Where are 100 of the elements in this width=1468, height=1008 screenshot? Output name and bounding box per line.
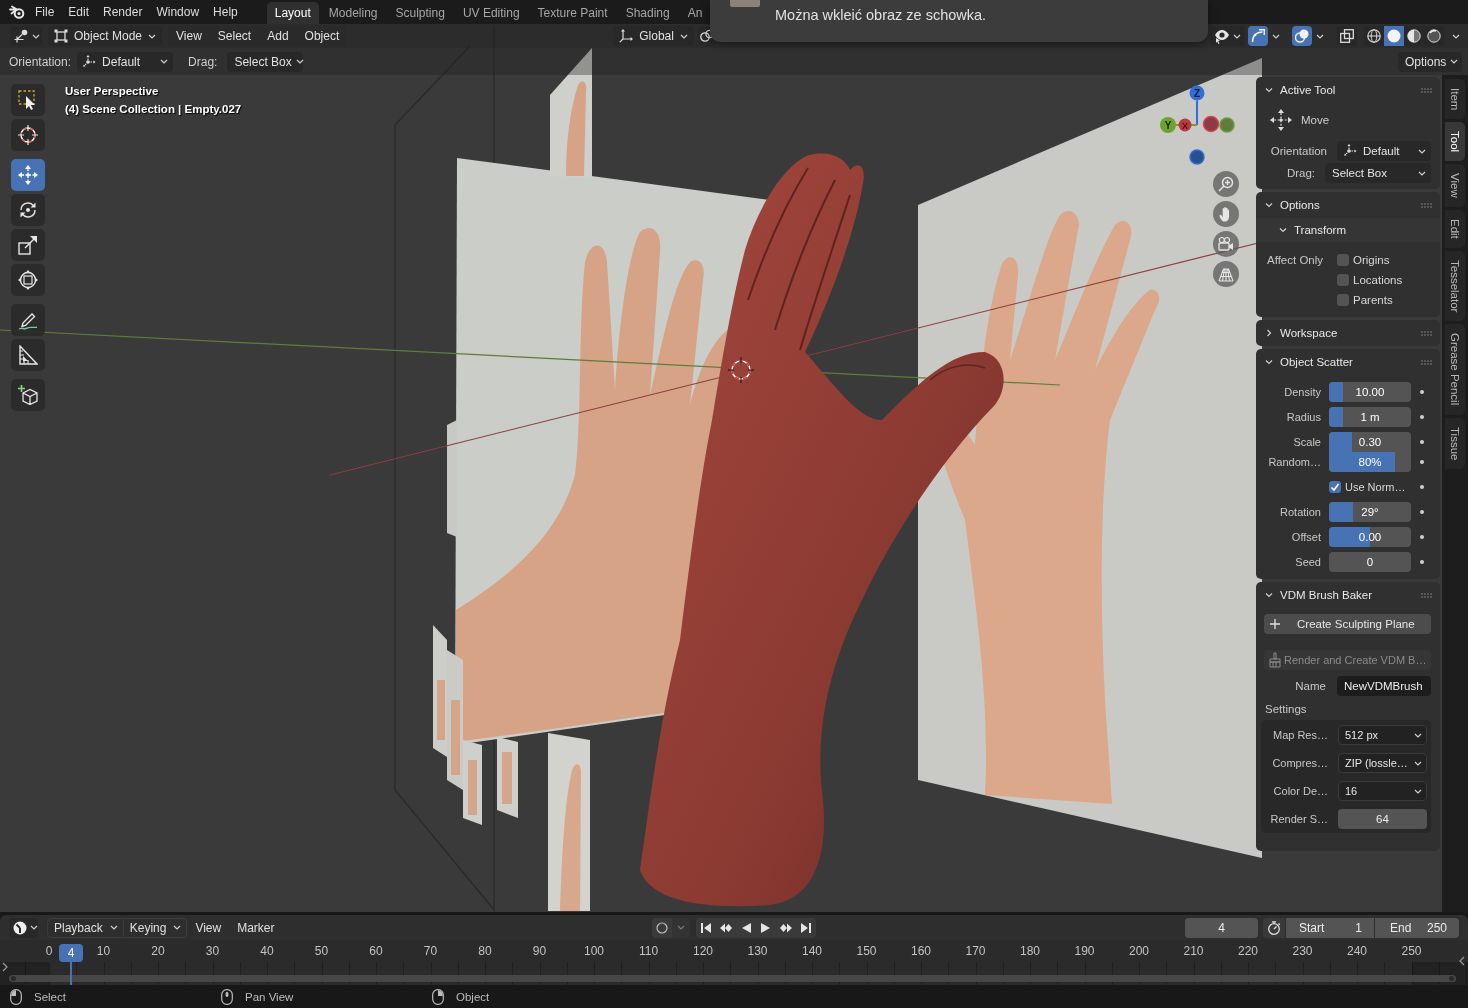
orientation-dropdown[interactable]: Default <box>77 51 174 72</box>
z-axis-handle[interactable]: Z <box>1189 85 1205 126</box>
checkbox-label[interactable]: Parents <box>1353 294 1393 306</box>
workspace-tab[interactable]: Modeling <box>320 2 386 24</box>
chevron-left-icon[interactable] <box>1459 956 1465 966</box>
chevron-down-icon[interactable] <box>1264 357 1274 367</box>
sidebar-tab[interactable]: Tesselator <box>1445 251 1465 322</box>
keyframe-dot-icon[interactable] <box>1420 510 1424 514</box>
sidebar-tab[interactable]: Item <box>1445 79 1465 120</box>
menu-item[interactable]: Window <box>149 1 207 23</box>
panel-title[interactable]: Workspace <box>1280 327 1415 339</box>
workspace-tab[interactable]: Layout <box>266 2 319 24</box>
sidebar-tab[interactable]: Grease Pencil <box>1445 324 1465 415</box>
playhead[interactable]: 4 <box>59 944 83 985</box>
checkbox[interactable] <box>1329 481 1341 493</box>
axis-handle[interactable] <box>1189 149 1205 165</box>
menu-item[interactable]: Marker <box>229 917 283 938</box>
menu-item[interactable]: Help <box>206 1 245 23</box>
sidebar-tab[interactable]: View <box>1445 164 1465 208</box>
sidebar-tab[interactable]: Tool <box>1445 122 1465 162</box>
workspace-tab[interactable]: Shading <box>617 2 678 24</box>
tool-button[interactable] <box>11 339 45 371</box>
panel-title[interactable]: Options <box>1280 199 1415 211</box>
grip-icon[interactable] <box>1421 359 1432 365</box>
workspace-tab[interactable]: Sculpting <box>387 2 453 24</box>
editor-type-button[interactable] <box>9 917 38 938</box>
dropdown[interactable]: 512 px <box>1338 725 1427 745</box>
checkbox[interactable] <box>1337 274 1349 286</box>
orientation-dropdown[interactable]: Global <box>613 26 694 46</box>
workspace-tab[interactable]: UV Editing <box>454 2 528 24</box>
keyframe-dot-icon[interactable] <box>1420 560 1424 564</box>
chevron-down-icon[interactable] <box>1264 85 1274 95</box>
auto-keying-toggle[interactable] <box>651 917 672 938</box>
tool-button[interactable] <box>11 379 45 411</box>
menu-item[interactable]: File <box>28 1 62 23</box>
number-field[interactable]: 0 <box>1329 552 1411 572</box>
slider-field[interactable]: 0.00 <box>1329 527 1411 547</box>
shading-button[interactable] <box>1404 26 1424 46</box>
playback-button[interactable] <box>695 917 716 938</box>
name-input[interactable]: NewVDMBrush <box>1337 676 1431 696</box>
chevron-down-icon[interactable] <box>1278 225 1288 235</box>
grip-icon[interactable] <box>1421 87 1432 93</box>
orientation-dropdown[interactable]: Default <box>1337 141 1431 161</box>
sidebar-tab[interactable]: Edit <box>1445 210 1465 249</box>
chevron-down-icon[interactable] <box>1264 590 1274 600</box>
subpanel-title[interactable]: Transform <box>1294 224 1346 236</box>
shading-button[interactable] <box>1424 26 1444 46</box>
options-dropdown[interactable]: Options <box>1398 51 1462 72</box>
view-toggle-button[interactable] <box>1292 26 1312 46</box>
axis-handle[interactable] <box>1202 115 1220 133</box>
panel-title[interactable]: Active Tool <box>1280 84 1415 96</box>
checkbox-label[interactable]: Use Norm… <box>1345 481 1406 493</box>
menu-item[interactable]: View <box>187 917 230 938</box>
slider-field[interactable]: 0.30 <box>1329 432 1411 452</box>
keyframe-dot-icon[interactable] <box>1420 415 1424 419</box>
tool-button[interactable] <box>11 304 45 336</box>
keyframe-dot-icon[interactable] <box>1420 460 1424 464</box>
caret-icon[interactable] <box>1316 33 1324 39</box>
checkbox[interactable] <box>1337 294 1349 306</box>
workspace-tab[interactable]: An <box>679 2 711 24</box>
keyframe-dot-icon[interactable] <box>1420 535 1424 539</box>
keyframe-dot-icon[interactable] <box>1420 485 1424 489</box>
keyframe-dot-icon[interactable] <box>1420 390 1424 394</box>
chevron-right-icon[interactable] <box>1264 328 1274 338</box>
mode-dropdown[interactable]: Object Mode <box>48 26 163 46</box>
slider-field[interactable]: 10.00 <box>1329 382 1411 402</box>
caret-icon[interactable] <box>1452 33 1460 39</box>
keyframe-dot-icon[interactable] <box>1420 440 1424 444</box>
chevron-right-icon[interactable] <box>2 962 8 972</box>
drag-dropdown[interactable]: Select Box <box>227 51 304 72</box>
chevron-down-icon[interactable] <box>1264 200 1274 210</box>
dropdown[interactable]: ZIP (lossle… <box>1338 753 1427 773</box>
tool-button[interactable] <box>11 119 45 151</box>
drag-dropdown[interactable]: Select Box <box>1325 163 1431 183</box>
sidebar-tab[interactable]: Tissue <box>1445 417 1465 470</box>
playback-button[interactable] <box>795 917 816 938</box>
slider-field[interactable]: 1 m <box>1329 407 1411 427</box>
slider-field[interactable]: 80% <box>1329 452 1411 472</box>
workspace-tab[interactable]: Texture Paint <box>529 2 616 24</box>
menu-dropdown[interactable]: Playback <box>47 917 124 938</box>
view-toggle-button[interactable] <box>1337 26 1357 46</box>
tool-button[interactable] <box>11 194 45 226</box>
scrollbar[interactable] <box>9 975 1456 982</box>
tool-button[interactable] <box>11 84 45 116</box>
axis-handle[interactable] <box>1219 117 1235 133</box>
start-frame-field[interactable]: Start 1 <box>1286 917 1374 938</box>
tool-button[interactable] <box>11 159 45 191</box>
caret-icon[interactable] <box>1272 33 1280 39</box>
editor-type-button[interactable] <box>10 26 42 46</box>
create-plane-button[interactable]: Create Sculpting Plane <box>1264 614 1431 634</box>
subpanel-header[interactable]: Transform <box>1256 218 1440 242</box>
panel-title[interactable]: Object Scatter <box>1280 356 1415 368</box>
checkbox[interactable] <box>1337 254 1349 266</box>
tool-button[interactable] <box>11 229 45 261</box>
view-toggle-button[interactable] <box>1248 26 1268 46</box>
slider-field[interactable]: 29° <box>1329 502 1411 522</box>
checkbox-label[interactable]: Origins <box>1353 254 1390 266</box>
visibility-dropdown[interactable] <box>1210 26 1245 46</box>
checkbox-label[interactable]: Locations <box>1353 274 1403 286</box>
dropdown[interactable]: 16 <box>1338 781 1427 801</box>
